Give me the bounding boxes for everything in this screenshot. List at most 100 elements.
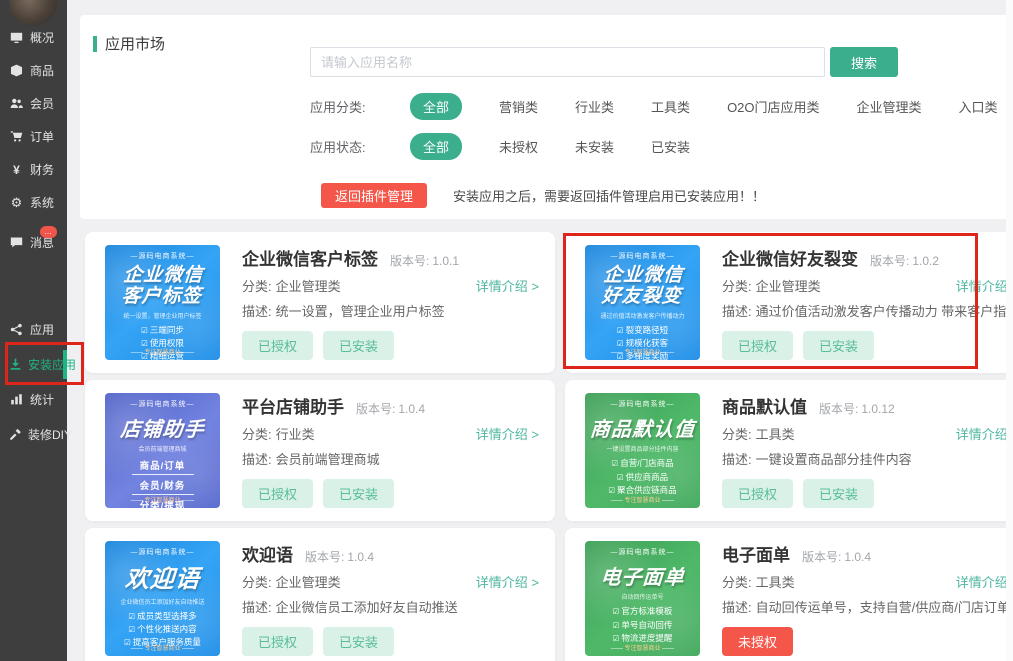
status-option-all[interactable]: 全部 [410,133,462,160]
app-card: —源码电商系统— 电子面单 自动回传运单号 官方标准模板 单号自动回传 物流进度… [565,528,1013,661]
sidebar-item-messages[interactable]: 消息 … [0,226,67,259]
yen-icon: ¥ [9,163,24,177]
detail-link[interactable]: 详情介绍 > [956,276,1013,295]
title-accent-bar [93,36,97,52]
category-option[interactable]: 工具类 [651,97,690,116]
detail-link[interactable]: 详情介绍 > [956,424,1013,443]
hammer-icon [9,428,22,441]
status-badge-authorized: 已授权 [242,627,313,656]
sidebar-item-members[interactable]: 会员 [0,87,67,120]
sidebar-item-label: 应用 [30,321,54,338]
category-filter-label: 应用分类: [310,97,390,116]
status-badge-authorized: 已授权 [722,479,793,508]
status-badge-installed: 已安装 [803,331,874,360]
app-card: —源码电商系统— 企业微信好友裂变 通过价值活动激发客户传播动力 裂变路径短 规… [565,232,1013,373]
search-button[interactable]: 搜索 [830,47,898,77]
status-option[interactable]: 未安装 [575,137,614,156]
app-category: 企业管理类 [276,575,341,590]
app-cover-image: —源码电商系统— 企业微信好友裂变 通过价值活动激发客户传播动力 裂变路径短 规… [585,245,700,360]
sidebar-item-goods[interactable]: 商品 [0,54,67,87]
app-description: 通过价值活动激发客户传播动力 带来客户指数级新增 [756,304,1013,319]
sidebar-item-label: 财务 [30,161,54,178]
filter-row-category: 应用分类: 全部 营销类 行业类 工具类 O2O门店应用类 企业管理类 入口类 [310,94,998,118]
app-name: 商品默认值 [722,393,807,418]
status-badge-installed: 已安装 [323,479,394,508]
app-cover-image: —源码电商系统— 电子面单 自动回传运单号 官方标准模板 单号自动回传 物流进度… [585,541,700,656]
app-cards-grid: —源码电商系统— 企业微信客户标签 统一设置，管理企业用户标签 三端同步 使用权… [85,232,1013,661]
sidebar-item-system[interactable]: ⚙ 系统 [0,186,67,219]
status-badge-authorized: 已授权 [242,479,313,508]
sidebar-item-install-apps[interactable]: 安装应用 [0,347,67,382]
app-category: 企业管理类 [756,279,821,294]
status-badge-authorized: 已授权 [722,331,793,360]
app-description: 一键设置商品部分挂件内容 [756,452,912,467]
category-option[interactable]: 企业管理类 [857,97,922,116]
gear-icon: ⚙ [9,195,24,211]
detail-link[interactable]: 详情介绍 > [476,424,539,443]
app-name: 平台店铺助手 [242,393,344,418]
app-category: 工具类 [756,575,795,590]
app-cover-image: —源码电商系统— 企业微信客户标签 统一设置，管理企业用户标签 三端同步 使用权… [105,245,220,360]
status-badge-installed: 已安装 [323,331,394,360]
bar-chart-icon [9,393,24,406]
page-title: 应用市场 [93,33,165,54]
sidebar-item-orders[interactable]: 订单 [0,120,67,153]
app-name: 企业微信好友裂变 [722,245,858,270]
install-icon [9,358,22,371]
sidebar-item-apps[interactable]: 应用 [0,312,67,347]
notice-row: 返回插件管理 安装应用之后，需要返回插件管理启用已安装应用！！ [321,183,765,208]
app-cover-image: —源码电商系统— 商品默认值 一键设置商品部分挂件内容 自营/门店商品 供应商商… [585,393,700,508]
members-icon [9,97,24,110]
app-version: 1.0.2 [912,254,939,268]
app-card: —源码电商系统— 欢迎语 企业微信员工添加好友自动推送 成员类型选择多 个性化推… [85,528,555,661]
scrollbar-track[interactable] [1006,0,1013,661]
app-name: 欢迎语 [242,541,293,566]
category-option[interactable]: 营销类 [499,97,538,116]
chat-bubble-icon [9,236,24,249]
status-option[interactable]: 已安装 [651,137,690,156]
app-version: 1.0.4 [844,550,871,564]
sidebar-item-label: 会员 [30,95,54,112]
app-card: —源码电商系统— 店铺助手 会员前端管理商城 商品/订单 会员/财务 分类/提现… [85,380,555,521]
app-card: —源码电商系统— 商品默认值 一键设置商品部分挂件内容 自营/门店商品 供应商商… [565,380,1013,521]
filter-panel: 应用市场 搜索 应用分类: 全部 营销类 行业类 工具类 O2O门店应用类 企业… [80,15,1013,219]
status-option[interactable]: 未授权 [499,137,538,156]
app-cover-image: —源码电商系统— 店铺助手 会员前端管理商城 商品/订单 会员/财务 分类/提现… [105,393,220,508]
category-option-all[interactable]: 全部 [410,93,462,120]
sidebar-item-label: 商品 [30,62,54,79]
app-name: 企业微信客户标签 [242,245,378,270]
sidebar-item-overview[interactable]: 概况 [0,21,67,54]
sidebar-item-label: 订单 [30,128,54,145]
status-badge-installed: 已安装 [803,479,874,508]
status-badge-unauthorized: 未授权 [722,627,793,656]
sidebar-item-label: 装修DIY [28,426,72,443]
sidebar-item-label: 概况 [30,29,54,46]
detail-link[interactable]: 详情介绍 > [476,572,539,591]
category-option[interactable]: 行业类 [575,97,614,116]
sidebar-item-diy[interactable]: 装修DIY [0,417,67,452]
share-nodes-icon [9,323,24,336]
category-option[interactable]: 入口类 [959,97,998,116]
app-version: 1.0.4 [398,402,425,416]
category-option[interactable]: O2O门店应用类 [727,97,819,116]
sidebar: 概况 商品 会员 订单 ¥ 财务 ⚙ 系统 [0,0,67,661]
app-cover-image: —源码电商系统— 欢迎语 企业微信员工添加好友自动推送 成员类型选择多 个性化推… [105,541,220,656]
back-to-plugins-button[interactable]: 返回插件管理 [321,183,427,208]
app-category: 企业管理类 [276,279,341,294]
overview-icon [9,31,24,44]
sidebar-item-finance[interactable]: ¥ 财务 [0,153,67,186]
sidebar-menu: 概况 商品 会员 订单 ¥ 财务 ⚙ 系统 [0,21,67,452]
app-category: 行业类 [276,427,315,442]
app-category: 工具类 [756,427,795,442]
detail-link[interactable]: 详情介绍 > [476,276,539,295]
sidebar-item-label: 安装应用 [28,356,76,373]
status-badge-authorized: 已授权 [242,331,313,360]
search-input[interactable] [310,47,825,77]
app-description: 企业微信员工添加好友自动推送 [276,600,458,615]
install-notice-text: 安装应用之后，需要返回插件管理启用已安装应用！！ [453,186,765,205]
sidebar-item-statistics[interactable]: 统计 [0,382,67,417]
app-card: —源码电商系统— 企业微信客户标签 统一设置，管理企业用户标签 三端同步 使用权… [85,232,555,373]
message-count-badge: … [40,226,57,238]
detail-link[interactable]: 详情介绍 > [956,572,1013,591]
app-version: 1.0.4 [347,550,374,564]
